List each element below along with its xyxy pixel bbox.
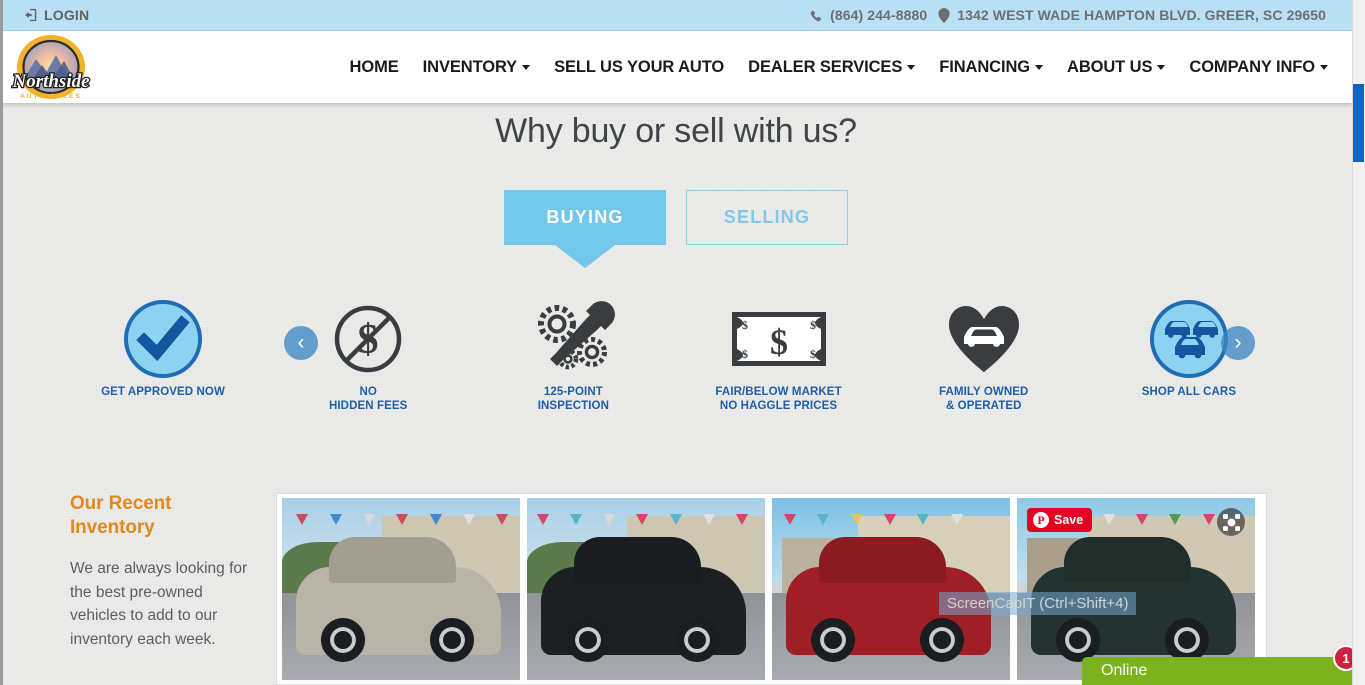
chat-widget[interactable]: Online 1 — [1082, 645, 1365, 685]
pinterest-save-button[interactable]: P Save — [1027, 508, 1093, 532]
nav-item-company-info[interactable]: COMPANY INFO — [1177, 52, 1340, 83]
pinterest-save-label: Save — [1054, 513, 1084, 527]
caption-line: GET APPROVED NOW — [101, 386, 225, 398]
svg-text:AUTO SALES: AUTO SALES — [20, 93, 82, 100]
heart-car-icon — [947, 298, 1021, 380]
svg-text:$: $ — [742, 347, 748, 361]
three-cars-circle-icon — [1148, 298, 1230, 380]
map-marker-icon — [938, 7, 950, 23]
caption-line: & OPERATED — [945, 399, 1022, 412]
chevron-down-icon — [907, 64, 916, 70]
nav-item-financing[interactable]: FINANCING — [927, 52, 1055, 83]
top-utility-bar: LOGIN (864) 244-8880 1342 WEST WADE HAMP… — [0, 0, 1352, 31]
caption-line: SHOP ALL CARS — [1141, 386, 1237, 398]
nav-item-dealer-services[interactable]: DEALER SERVICES — [736, 52, 927, 83]
tab-selling[interactable]: SELLING — [686, 190, 848, 245]
inventory-card-dark-toyota-rav4[interactable]: P Save — [1017, 498, 1255, 680]
chevron-down-icon — [522, 64, 531, 70]
page-scrollbar-thumb[interactable] — [1353, 84, 1364, 162]
dollar-bill-icon: $ $ $ $ $ — [730, 298, 828, 380]
chevron-down-icon — [1157, 64, 1166, 70]
nav-label: ABOUT US — [1067, 57, 1153, 76]
main-navigation: HOME INVENTORY SELL US YOUR AUTO DEALER … — [338, 52, 1340, 83]
nav-label: INVENTORY — [422, 57, 518, 76]
chevron-down-icon — [1035, 64, 1043, 70]
phone-number[interactable]: (864) 244-8880 — [830, 7, 927, 23]
nav-item-sell-us-your-auto[interactable]: SELL US YOUR AUTO — [542, 52, 736, 83]
svg-text:Northside: Northside — [11, 71, 90, 92]
chat-status-label: Online — [1101, 662, 1148, 679]
svg-text:$: $ — [810, 347, 816, 361]
vehicle-photo — [282, 498, 520, 680]
sign-in-icon — [24, 8, 38, 22]
feature-caption: FAMILY OWNED & OPERATED — [939, 386, 1028, 413]
feature-highlights: GET APPROVED NOW $ NO HIDDEN FEES — [0, 298, 1352, 413]
carousel-next-button[interactable]: › — [1221, 325, 1255, 360]
nav-label: FINANCING — [939, 57, 1030, 76]
tab-label: SELLING — [723, 207, 811, 227]
vehicle-photo — [527, 498, 765, 680]
carousel-prev-label: ‹ — [297, 331, 305, 354]
nav-label: DEALER SERVICES — [748, 57, 903, 76]
checkmark-circle-icon — [122, 298, 204, 380]
nav-label: HOME — [349, 57, 399, 76]
nav-item-about-us[interactable]: ABOUT US — [1055, 52, 1177, 83]
pinterest-icon: P — [1033, 512, 1049, 528]
tab-label: BUYING — [546, 207, 624, 227]
caption-line: NO HAGGLE PRICES — [719, 399, 838, 412]
recent-inventory-body: We are always looking for the best pre-o… — [70, 560, 248, 648]
nav-label: SELL US YOUR AUTO — [554, 57, 725, 76]
caption-line: NO — [359, 386, 377, 398]
contact-info: (864) 244-8880 1342 WEST WADE HAMPTON BL… — [810, 7, 1326, 23]
feature-caption: SHOP ALL CARS — [1142, 386, 1236, 400]
feature-caption: 125-POINT INSPECTION — [538, 386, 609, 413]
caption-line: FAIR/BELOW MARKET — [715, 386, 842, 398]
gears-wrench-icon — [530, 298, 616, 380]
svg-text:$: $ — [810, 318, 816, 332]
login-label: LOGIN — [44, 7, 90, 23]
browser-page: LOGIN (864) 244-8880 1342 WEST WADE HAMP… — [0, 0, 1365, 685]
site-logo[interactable]: Northside AUTO SALES — [6, 27, 96, 113]
feature-family-owned-operated[interactable]: FAMILY OWNED & OPERATED — [909, 298, 1059, 413]
svg-text:$: $ — [742, 318, 748, 332]
feature-fair-below-market-pricing[interactable]: $ $ $ $ $ FAIR/BELOW MARKET NO HAGGLE PR… — [704, 298, 854, 413]
street-address[interactable]: 1342 WEST WADE HAMPTON BLVD. GREER, SC 2… — [957, 7, 1326, 23]
carousel-prev-button[interactable]: ‹ — [284, 325, 318, 360]
feature-no-hidden-fees[interactable]: $ NO HIDDEN FEES — [293, 298, 443, 413]
window-left-edge — [0, 0, 3, 685]
tab-buying[interactable]: BUYING — [504, 190, 666, 245]
buy-sell-tabs: BUYING SELLING — [0, 190, 1352, 245]
section-heading: Why buy or sell with us? — [495, 112, 857, 150]
feature-caption: GET APPROVED NOW — [101, 386, 225, 400]
login-link[interactable]: LOGIN — [24, 7, 89, 23]
feature-125-point-inspection[interactable]: 125-POINT INSPECTION — [498, 298, 648, 413]
caption-line: FAMILY OWNED — [939, 386, 1029, 398]
caption-line: 125-POINT — [543, 386, 603, 398]
chevron-down-icon — [1320, 64, 1328, 70]
recent-inventory-title: Our Recent Inventory — [70, 493, 172, 539]
svg-text:$: $ — [770, 322, 788, 362]
feature-caption: FAIR/BELOW MARKET NO HAGGLE PRICES — [715, 386, 841, 413]
carousel-next-label: › — [1234, 331, 1242, 354]
caption-line: HIDDEN FEES — [328, 399, 408, 412]
feature-get-approved-now[interactable]: GET APPROVED NOW — [88, 298, 238, 413]
vehicle-photo — [772, 498, 1010, 680]
recent-inventory-intro: Our Recent Inventory We are always looki… — [70, 492, 260, 651]
nav-item-inventory[interactable]: INVENTORY — [411, 52, 542, 83]
nav-item-home[interactable]: HOME — [338, 52, 411, 83]
inventory-card-black-mazda-cx9[interactable] — [527, 498, 765, 680]
caption-line: INSPECTION — [537, 399, 610, 412]
expand-fullscreen-icon[interactable] — [1217, 508, 1245, 536]
no-dollar-icon: $ — [332, 298, 404, 380]
inventory-card-silver-gmc-terrain[interactable] — [282, 498, 520, 680]
inventory-card-red-toyota-highlander[interactable] — [772, 498, 1010, 680]
nav-label: COMPANY INFO — [1189, 57, 1315, 76]
feature-caption: NO HIDDEN FEES — [329, 386, 407, 413]
phone-icon — [810, 8, 823, 22]
site-header: Northside AUTO SALES HOME INVENTORY SELL… — [0, 31, 1352, 103]
